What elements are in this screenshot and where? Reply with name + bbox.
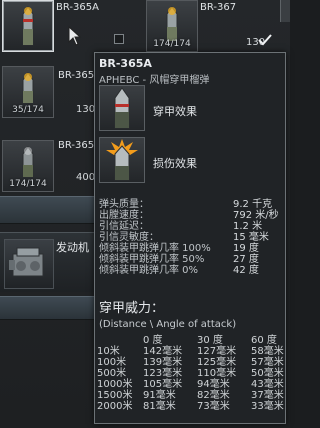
slot-count-4: 174/174 (9, 179, 47, 189)
section-divider-2 (0, 296, 96, 320)
stat-label: 倾斜装甲跳弹几率 50% (99, 254, 205, 265)
pen-cell: 127毫米 (197, 346, 237, 357)
pen-cell: 57毫米 (251, 357, 284, 368)
engine-panel[interactable]: 发动机 (0, 232, 96, 292)
stat-label: 倾斜装甲跳弹几率 100% (99, 243, 211, 254)
ammo-slot-br367[interactable]: 174/174 (146, 0, 198, 52)
pen-cell: 123毫米 (143, 368, 183, 379)
ammo-tooltip: BR-365A APHEBC - 风帽穿甲榴弹 穿甲效果 损伤效果 弹头质量： 9… (94, 52, 286, 424)
header-cell: 0 度 (143, 335, 163, 346)
pen-cell: 94毫米 (197, 379, 230, 390)
shell-icon (22, 6, 34, 46)
pen-cell: 37毫米 (251, 390, 284, 401)
slot-name-4: BR-365 (58, 140, 95, 151)
slot-name-3: BR-365 (58, 70, 95, 81)
pen-cell: 105毫米 (143, 379, 183, 390)
engine-icon (4, 239, 54, 289)
header-cell (97, 335, 143, 346)
slot-name-1: BR-365A (56, 2, 99, 13)
pen-cell: 91毫米 (143, 390, 176, 401)
stat-row: 引信灵敏度： 15 毫米 (99, 232, 283, 243)
pen-cell: 110毫米 (197, 368, 237, 379)
penetration-header-row: 0 度 30 度 60 度 (97, 335, 285, 346)
stat-label: 出膛速度： (99, 210, 149, 221)
tooltip-title: BR-365A (99, 57, 152, 70)
section-divider (0, 196, 96, 224)
stat-row: 倾斜装甲跳弹几率 100% 19 度 (99, 243, 283, 254)
pen-cell: 82毫米 (197, 390, 230, 401)
penetration-row: 10米 142毫米 127毫米 58毫米 (97, 346, 285, 357)
pen-cell: 142毫米 (143, 346, 183, 357)
pen-cell: 33毫米 (251, 401, 284, 412)
stat-value: 15 毫米 (233, 232, 269, 243)
ammo-slot-br365-b[interactable]: 174/174 (2, 140, 54, 192)
stat-value: 42 度 (233, 265, 259, 276)
pen-cell: 50毫米 (251, 368, 284, 379)
distance-cell: 1500米 (97, 390, 133, 401)
mouse-cursor-icon (68, 26, 82, 46)
stat-row: 倾斜装甲跳弹几率 50% 27 度 (99, 254, 283, 265)
shell-icon (22, 72, 34, 104)
shell-icon (22, 146, 34, 178)
penetration-row: 1000米 105毫米 94毫米 43毫米 (97, 379, 285, 390)
stat-row: 出膛速度： 792 米/秒 (99, 210, 283, 221)
stat-label: 引信延迟： (99, 221, 149, 232)
pen-cell: 81毫米 (143, 401, 176, 412)
header-cell: 60 度 (251, 335, 277, 346)
penetration-effect-label: 穿甲效果 (153, 105, 197, 118)
slot-count-3: 35/174 (12, 105, 44, 115)
penetration-row: 100米 139毫米 125毫米 57毫米 (97, 357, 285, 368)
penetration-row: 1500米 91毫米 82毫米 37毫米 (97, 390, 285, 401)
pen-cell: 58毫米 (251, 346, 284, 357)
pen-cell: 43毫米 (251, 379, 284, 390)
penetration-table: 0 度 30 度 60 度 10米 142毫米 127毫米 58毫米 100米 … (97, 335, 285, 412)
stat-row: 引信延迟： 1.2 米 (99, 221, 283, 232)
stat-label: 弹头质量： (99, 199, 149, 210)
distance-cell: 2000米 (97, 401, 133, 412)
ammo-slot-br365-a[interactable]: 35/174 (2, 66, 54, 118)
stat-value: 19 度 (233, 243, 259, 254)
stats-list: 弹头质量： 9.2 千克 出膛速度： 792 米/秒 引信延迟： 1.2 米 引信灵敏… (99, 199, 283, 276)
pen-cell: 125毫米 (197, 357, 237, 368)
penetration-effect-button[interactable] (99, 85, 145, 131)
stat-value: 27 度 (233, 254, 259, 265)
side-tab[interactable] (280, 0, 290, 22)
stat-label: 引信灵敏度： (99, 232, 159, 243)
damage-effect-button[interactable] (99, 137, 145, 183)
penetration-subtitle: (Distance \ Angle of attack) (99, 319, 237, 330)
slot-name-2: BR-367 (200, 2, 237, 13)
stat-row: 倾斜装甲跳弹几率 0% 42 度 (99, 265, 283, 276)
distance-cell: 100米 (97, 357, 127, 368)
ammo-slot-br365a[interactable] (2, 0, 54, 52)
slot-checkbox-1[interactable] (114, 34, 124, 44)
engine-label: 发动机 (56, 241, 89, 254)
pen-cell: 73毫米 (197, 401, 230, 412)
stat-value: 1.2 米 (233, 221, 263, 232)
distance-cell: 1000米 (97, 379, 133, 390)
tooltip-subtitle: APHEBC - 风帽穿甲榴弹 (99, 75, 210, 86)
penetration-row: 500米 123毫米 110毫米 50毫米 (97, 368, 285, 379)
slot-side-count-4: 400 (76, 172, 96, 183)
distance-cell: 10米 (97, 346, 120, 357)
shell-explosion-icon (106, 139, 138, 181)
header-cell: 30 度 (197, 335, 223, 346)
pen-cell: 139毫米 (143, 357, 183, 368)
stat-label: 倾斜装甲跳弹几率 0% (99, 265, 199, 276)
penetration-row: 2000米 81毫米 73毫米 33毫米 (97, 401, 285, 412)
stat-row: 弹头质量： 9.2 千克 (99, 199, 283, 210)
shell-icon (114, 87, 130, 129)
stat-value: 9.2 千克 (233, 199, 273, 210)
damage-effect-label: 损伤效果 (153, 157, 197, 170)
stat-value: 792 米/秒 (233, 210, 279, 221)
penetration-title: 穿甲威力： (99, 301, 165, 316)
distance-cell: 500米 (97, 368, 127, 379)
slot-count-2: 174/174 (153, 39, 191, 49)
check-icon[interactable] (258, 34, 272, 46)
slot-side-count-3: 130 (76, 104, 96, 115)
